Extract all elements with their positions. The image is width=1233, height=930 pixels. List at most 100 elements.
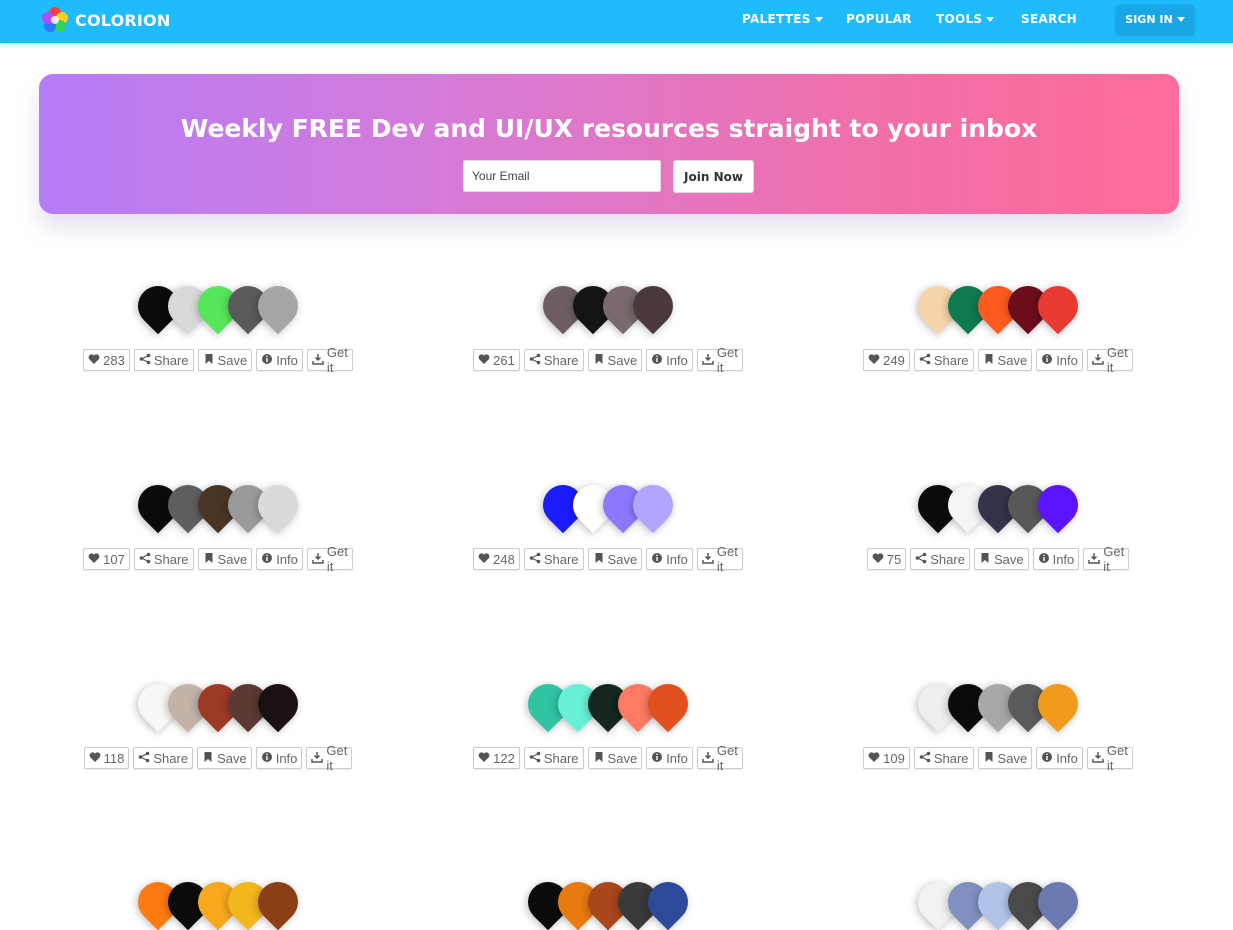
brand-logo-link[interactable]: COLORION xyxy=(41,6,170,34)
save-button[interactable]: Save xyxy=(977,747,1033,769)
color-swatch[interactable] xyxy=(1029,277,1087,335)
color-swatches[interactable] xyxy=(534,277,682,335)
get-it-button[interactable]: Get it xyxy=(306,544,353,574)
color-swatches[interactable] xyxy=(129,675,307,733)
like-button[interactable]: 248 xyxy=(473,548,520,570)
like-button[interactable]: 249 xyxy=(863,349,910,371)
save-button[interactable]: Save xyxy=(197,548,253,570)
palette-actions: 122 Share Save Info Get it xyxy=(473,743,743,773)
get-it-button[interactable]: Get it xyxy=(1083,544,1130,574)
save-button[interactable]: Save xyxy=(587,548,643,570)
save-label: Save xyxy=(993,551,1024,567)
color-swatch[interactable] xyxy=(249,277,307,335)
color-swatches[interactable] xyxy=(129,873,307,930)
get-it-label: Get it xyxy=(1106,743,1128,773)
info-label: Info xyxy=(666,750,688,766)
like-count: 107 xyxy=(103,551,125,567)
save-button[interactable]: Save xyxy=(977,349,1033,371)
save-label: Save xyxy=(607,352,638,368)
color-swatch[interactable] xyxy=(624,476,682,534)
share-icon xyxy=(529,353,541,368)
color-swatch[interactable] xyxy=(249,873,307,930)
download-icon xyxy=(1092,751,1104,766)
share-button[interactable]: Share xyxy=(133,349,194,371)
save-button[interactable]: Save xyxy=(197,747,252,769)
color-swatches[interactable] xyxy=(519,873,697,930)
get-it-button[interactable]: Get it xyxy=(306,345,353,375)
nav-tools-dropdown[interactable]: TOOLS xyxy=(936,12,995,26)
like-button[interactable]: 122 xyxy=(473,747,520,769)
chevron-down-icon xyxy=(1176,17,1185,22)
get-it-label: Get it xyxy=(326,743,348,773)
colorion-logo-icon xyxy=(42,7,68,32)
save-button[interactable]: Save xyxy=(197,349,253,371)
email-field[interactable] xyxy=(463,160,661,192)
heart-icon xyxy=(868,751,880,766)
info-button[interactable]: Info xyxy=(1032,548,1080,570)
info-button[interactable]: Info xyxy=(256,349,303,371)
color-swatches[interactable] xyxy=(129,476,307,534)
get-it-button[interactable]: Get it xyxy=(1086,743,1133,773)
share-icon xyxy=(529,751,541,766)
share-button[interactable]: Share xyxy=(523,548,584,570)
like-button[interactable]: 109 xyxy=(863,747,910,769)
info-icon xyxy=(651,751,663,766)
info-button[interactable]: Info xyxy=(1036,747,1083,769)
get-it-button[interactable]: Get it xyxy=(306,743,353,773)
share-button[interactable]: Share xyxy=(910,548,970,570)
get-it-button[interactable]: Get it xyxy=(696,743,743,773)
color-swatches[interactable] xyxy=(129,277,307,335)
join-now-button[interactable]: Join Now xyxy=(673,160,754,193)
download-icon xyxy=(702,751,714,766)
info-button[interactable]: Info xyxy=(255,747,303,769)
like-button[interactable]: 118 xyxy=(83,747,130,769)
info-button[interactable]: Info xyxy=(646,349,693,371)
color-swatches[interactable] xyxy=(909,277,1087,335)
color-swatch[interactable] xyxy=(249,675,307,733)
save-button[interactable]: Save xyxy=(587,349,643,371)
bookmark-icon xyxy=(983,751,995,766)
color-swatch[interactable] xyxy=(249,476,307,534)
info-button[interactable]: Info xyxy=(646,747,693,769)
heart-icon xyxy=(89,751,101,766)
save-button[interactable]: Save xyxy=(973,548,1029,570)
color-swatch[interactable] xyxy=(1029,873,1087,930)
save-button[interactable]: Save xyxy=(587,747,643,769)
color-swatches[interactable] xyxy=(534,476,682,534)
share-button[interactable]: Share xyxy=(133,747,194,769)
get-it-button[interactable]: Get it xyxy=(1086,345,1133,375)
color-swatch[interactable] xyxy=(1029,675,1087,733)
color-swatch[interactable] xyxy=(639,675,697,733)
nav-search-link[interactable]: SEARCH xyxy=(1021,12,1077,26)
color-swatch[interactable] xyxy=(624,277,682,335)
color-swatch[interactable] xyxy=(639,873,697,930)
info-button[interactable]: Info xyxy=(256,548,303,570)
nav-popular-link[interactable]: POPULAR xyxy=(846,12,912,26)
info-button[interactable]: Info xyxy=(1036,349,1083,371)
color-swatch[interactable] xyxy=(1029,476,1087,534)
like-button[interactable]: 107 xyxy=(83,548,130,570)
share-button[interactable]: Share xyxy=(913,349,974,371)
color-swatches[interactable] xyxy=(519,675,697,733)
get-it-button[interactable]: Get it xyxy=(696,544,743,574)
share-icon xyxy=(919,751,931,766)
like-button[interactable]: 75 xyxy=(866,548,907,570)
share-button[interactable]: Share xyxy=(913,747,974,769)
heart-icon xyxy=(868,353,880,368)
get-it-label: Get it xyxy=(1103,544,1125,574)
info-button[interactable]: Info xyxy=(646,548,693,570)
palette-actions: 283 Share Save Info Get it xyxy=(83,345,353,375)
share-button[interactable]: Share xyxy=(133,548,194,570)
get-it-button[interactable]: Get it xyxy=(696,345,743,375)
sign-in-button[interactable]: SIGN IN xyxy=(1116,5,1194,34)
color-swatches[interactable] xyxy=(909,873,1087,930)
info-label: Info xyxy=(276,352,298,368)
like-button[interactable]: 261 xyxy=(473,349,520,371)
share-button[interactable]: Share xyxy=(523,349,584,371)
share-button[interactable]: Share xyxy=(523,747,584,769)
nav-palettes-dropdown[interactable]: PALETTES xyxy=(742,12,823,26)
like-button[interactable]: 283 xyxy=(83,349,130,371)
color-swatches[interactable] xyxy=(909,476,1087,534)
color-swatches[interactable] xyxy=(909,675,1087,733)
download-icon xyxy=(311,751,324,766)
